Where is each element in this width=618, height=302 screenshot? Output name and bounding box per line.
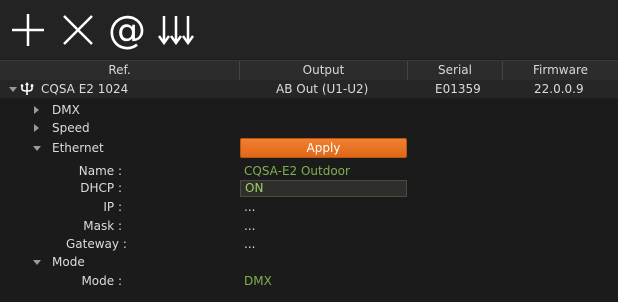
group-label: Ethernet (52, 141, 104, 155)
dhcp-label: DHCP : (80, 181, 122, 195)
gateway-value[interactable]: ... (244, 235, 255, 253)
column-firmware[interactable]: Firmware (503, 61, 618, 80)
name-label: Name : (78, 164, 122, 178)
dhcp-select[interactable]: ON (240, 180, 407, 197)
device-ref: CQSA E2 1024 (41, 82, 129, 96)
close-icon[interactable] (58, 6, 98, 54)
device-firmware: 22.0.0.9 (534, 82, 584, 96)
ip-label: IP : (103, 200, 122, 214)
column-output[interactable]: Output (240, 61, 408, 80)
group-label: DMX (52, 103, 80, 117)
field-mode: Mode : DMX (0, 272, 618, 290)
expand-arrow-icon[interactable] (34, 124, 39, 132)
collapse-arrow-icon[interactable] (33, 260, 41, 265)
column-header: Ref. Output Serial Firmware (0, 60, 618, 81)
toolbar: @ (0, 0, 618, 59)
ip-value[interactable]: ... (244, 198, 255, 216)
mode-value[interactable]: DMX (244, 272, 272, 290)
collapse-arrow-icon[interactable] (9, 87, 17, 92)
plus-icon[interactable] (8, 6, 48, 54)
mask-value[interactable]: ... (244, 217, 255, 235)
device-row[interactable]: CQSA E2 1024 AB Out (U1-U2) E01359 22.0.… (0, 80, 618, 98)
column-ref[interactable]: Ref. (0, 61, 240, 80)
expand-arrow-icon[interactable] (34, 106, 39, 114)
group-mode[interactable]: Mode (0, 253, 618, 271)
mode-label: Mode : (81, 274, 122, 288)
group-speed[interactable]: Speed (0, 119, 618, 137)
group-dmx[interactable]: DMX (0, 101, 618, 119)
arrows-down-icon[interactable] (156, 6, 196, 54)
apply-button[interactable]: Apply (240, 138, 407, 158)
field-mask: Mask : ... (0, 217, 618, 235)
group-label: Speed (52, 121, 90, 135)
name-value[interactable]: CQSA-E2 Outdoor (244, 162, 350, 180)
mask-label: Mask : (83, 219, 122, 233)
field-gateway: Gateway : ... (0, 235, 618, 253)
usb-icon (20, 82, 34, 95)
device-output: AB Out (U1-U2) (276, 82, 369, 96)
column-serial[interactable]: Serial (408, 61, 503, 80)
svg-text:@: @ (108, 8, 146, 52)
gateway-label: Gateway : (66, 237, 127, 251)
collapse-arrow-icon[interactable] (33, 146, 41, 151)
field-ip: IP : ... (0, 198, 618, 216)
device-serial: E01359 (435, 82, 481, 96)
group-label: Mode (52, 255, 85, 269)
at-icon[interactable]: @ (106, 6, 148, 54)
field-name: Name : CQSA-E2 Outdoor (0, 162, 618, 180)
